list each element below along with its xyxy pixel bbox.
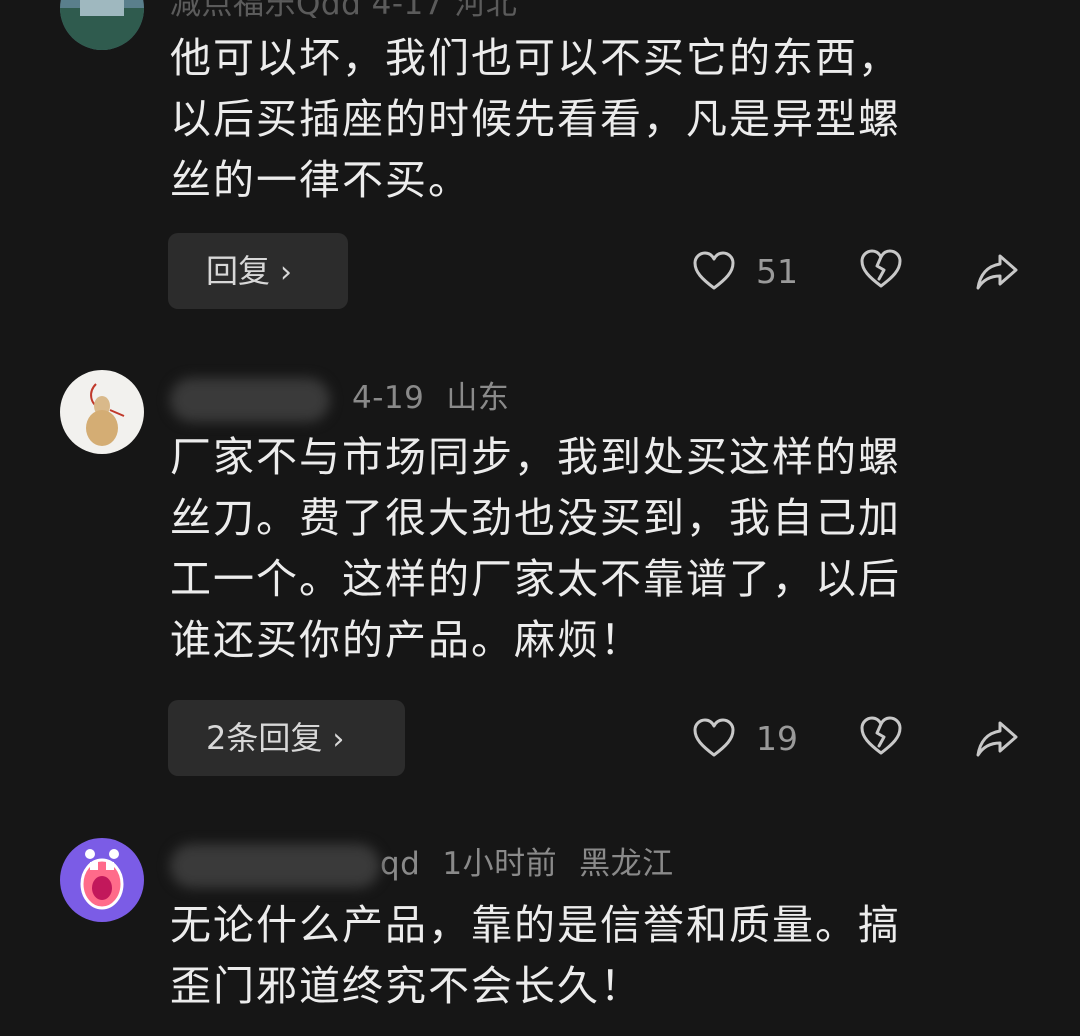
share-arrow-icon xyxy=(976,254,1018,290)
comment-text-line: 歪门邪道终究不会长久！ xyxy=(170,962,643,1010)
chevron-right-icon: › xyxy=(332,722,345,757)
comment-text: 厂家不与市场同步，我到处买这样的螺 丝刀。费了很大劲也没买到，我自己加 工一个。… xyxy=(170,427,1000,671)
comment-meta: 减点福乐Qdd 4-17 河北 xyxy=(170,0,518,22)
comment-text: 无论什么产品，靠的是信誉和质量。搞 歪门邪道终究不会长久！ xyxy=(170,895,1000,1017)
reply-button[interactable]: 回复 › xyxy=(168,233,348,309)
share-button[interactable] xyxy=(974,717,1022,765)
view-replies-button[interactable]: 2条回复 › xyxy=(168,700,405,776)
like-button[interactable]: 51 xyxy=(692,246,798,296)
comment-text-line: 以后买插座的时候先看看，凡是异型螺 xyxy=(170,95,901,143)
comment-text: 他可以坏，我们也可以不买它的东西， 以后买插座的时候先看看，凡是异型螺 丝的一律… xyxy=(170,28,1000,211)
share-arrow-icon xyxy=(976,721,1018,757)
comment-time: 1小时前 xyxy=(442,846,558,882)
username-suffix: qd xyxy=(380,846,421,882)
comment-text-line: 他可以坏，我们也可以不买它的东西， xyxy=(170,34,901,82)
share-button[interactable] xyxy=(974,250,1022,298)
comment-meta: 4-19 山东 xyxy=(170,372,509,422)
avatar-image xyxy=(60,370,144,454)
chevron-right-icon: › xyxy=(280,255,293,290)
comment-location: 山东 xyxy=(446,380,510,416)
avatar[interactable] xyxy=(60,0,144,50)
avatar[interactable] xyxy=(60,370,144,454)
heart-outline-icon xyxy=(693,251,735,290)
dislike-button[interactable] xyxy=(858,715,906,763)
like-count: 51 xyxy=(756,251,798,291)
avatar[interactable] xyxy=(60,838,144,922)
broken-heart-icon xyxy=(860,249,902,288)
comment-text-line: 厂家不与市场同步，我到处买这样的螺 xyxy=(170,433,901,481)
like-count: 19 xyxy=(756,718,798,758)
redacted-username xyxy=(170,377,330,422)
comment-location: 黑龙江 xyxy=(579,846,674,882)
avatar-image xyxy=(60,838,144,922)
avatar-image xyxy=(60,0,144,50)
comment-text-line: 丝刀。费了很大劲也没买到，我自己加 xyxy=(170,494,901,542)
like-button[interactable]: 19 xyxy=(692,713,798,763)
comment-text-line: 丝的一律不买。 xyxy=(170,156,471,204)
reply-button-label: 2条回复 xyxy=(206,719,323,757)
comment-text-line: 谁还买你的产品。麻烦！ xyxy=(170,616,643,664)
comment-meta: qd 1小时前 黑龙江 xyxy=(170,838,674,888)
comment-text-line: 无论什么产品，靠的是信誉和质量。搞 xyxy=(170,901,901,949)
heart-outline-icon xyxy=(693,718,735,757)
comment-text-line: 工一个。这样的厂家太不靠谱了，以后 xyxy=(170,555,901,603)
redacted-username xyxy=(170,843,380,888)
reply-button-label: 回复 xyxy=(206,252,271,290)
dislike-button[interactable] xyxy=(858,248,906,296)
comment-date: 4-19 xyxy=(352,380,425,416)
broken-heart-icon xyxy=(860,716,902,755)
